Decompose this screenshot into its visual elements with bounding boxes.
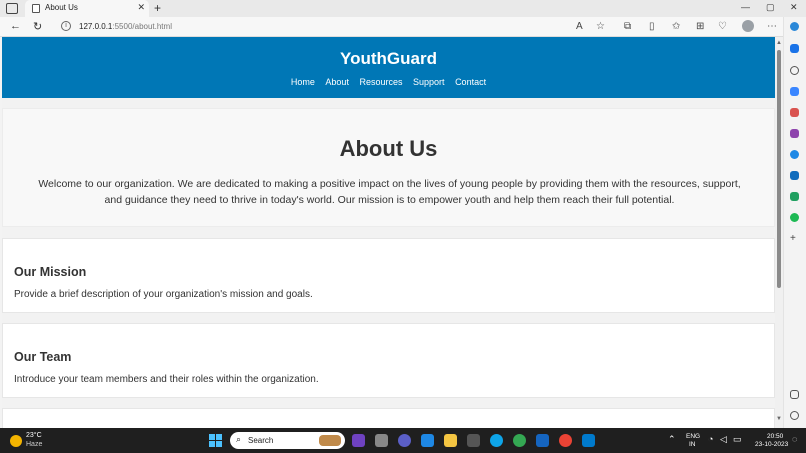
nav-link-about[interactable]: About: [325, 77, 349, 87]
window-close-button[interactable]: ✕: [790, 2, 798, 13]
page-scrollbar[interactable]: ▲ ▼: [775, 37, 783, 428]
weather-sun-icon: [10, 435, 22, 447]
wifi-icon[interactable]: ◔: [708, 434, 713, 444]
extensions-icon[interactable]: ⧉: [624, 21, 631, 32]
about-heading: About Us: [339, 136, 438, 161]
minimize-button[interactable]: —: [741, 2, 750, 12]
split-screen-icon[interactable]: ▯: [649, 21, 655, 32]
tab-title: About Us: [45, 3, 78, 12]
edge-sidebar: [783, 17, 806, 428]
search-icon[interactable]: [790, 66, 799, 75]
nav-link-support[interactable]: Support: [413, 77, 445, 87]
vscode-icon[interactable]: [582, 434, 595, 447]
tools-icon[interactable]: [790, 108, 799, 117]
back-arrow-icon[interactable]: ←: [10, 20, 21, 32]
tray-chevron-icon[interactable]: ⌃: [668, 434, 676, 445]
copilot-app-icon[interactable]: [352, 434, 365, 447]
copilot-icon[interactable]: [790, 22, 799, 31]
nav-link-resources[interactable]: Resources: [359, 77, 402, 87]
search-highlight-image: [319, 435, 341, 446]
todo-icon[interactable]: [536, 434, 549, 447]
start-button[interactable]: [209, 434, 222, 447]
taskbar-search[interactable]: ⌕ Search: [230, 432, 345, 449]
section-text: Provide a brief description of your orga…: [14, 289, 313, 300]
team-section: Our Team Introduce your team members and…: [2, 323, 775, 398]
scroll-up-icon[interactable]: ▲: [776, 40, 782, 46]
about-text: Welcome to our organization. We are dedi…: [38, 178, 741, 206]
address-bar-row: ← ↻ i 127.0.0.1:5500/about.html A ☆ ⧉ ▯ …: [0, 17, 806, 37]
tab-actions-icon[interactable]: [6, 3, 18, 14]
browser-tab-strip: About Us ✕ + — ▢ ✕: [0, 0, 806, 17]
more-menu-icon[interactable]: ⋯: [767, 21, 777, 32]
terminal-icon[interactable]: [421, 434, 434, 447]
search-label: Search: [248, 436, 274, 445]
add-sidebar-app-icon[interactable]: +: [790, 234, 799, 244]
new-tab-button[interactable]: +: [154, 1, 161, 15]
url-text: 127.0.0.1:5500/about.html: [79, 22, 172, 31]
mission-section: Our Mission Provide a brief description …: [2, 238, 775, 313]
task-view-icon[interactable]: [375, 434, 388, 447]
scroll-down-icon[interactable]: ▼: [776, 416, 782, 422]
volume-icon[interactable]: ◁: [720, 434, 727, 445]
chrome-icon[interactable]: [559, 434, 572, 447]
maximize-button[interactable]: ▢: [766, 2, 775, 13]
refresh-icon[interactable]: ↻: [33, 20, 42, 33]
weather-temp: 23°C: [26, 432, 42, 439]
nav-link-home[interactable]: Home: [291, 77, 315, 87]
hide-sidebar-icon[interactable]: [790, 390, 799, 399]
shopping-icon[interactable]: [790, 87, 799, 96]
site-nav: Home About Resources Support Contact: [2, 77, 775, 87]
collections-icon[interactable]: ⊞: [696, 21, 704, 32]
site-brand: YouthGuard: [340, 49, 437, 68]
url-field[interactable]: i 127.0.0.1:5500/about.html: [55, 19, 615, 35]
edge-browser-icon[interactable]: [490, 434, 503, 447]
next-section: [2, 408, 775, 428]
language-bottom[interactable]: IN: [689, 441, 696, 448]
teams-chat-icon[interactable]: [398, 434, 411, 447]
windows-taskbar: 23°C Haze ⌕ Search ⌃ ENG IN ◔ ◁ ▭ 20:50 …: [0, 428, 806, 453]
outlook-icon[interactable]: [790, 171, 799, 180]
profile-avatar[interactable]: [742, 20, 754, 32]
sidebar-settings-gear-icon[interactable]: [790, 411, 799, 420]
clock-date[interactable]: 23-10-2023: [755, 441, 788, 448]
site-info-icon[interactable]: i: [61, 21, 71, 31]
read-aloud-icon[interactable]: A: [576, 21, 583, 32]
favorite-star-icon[interactable]: ☆: [596, 21, 605, 32]
page-viewport: YouthGuard Home About Resources Support …: [2, 37, 775, 428]
tab-close-icon[interactable]: ✕: [137, 2, 145, 13]
section-heading: Our Team: [14, 350, 72, 364]
notification-bell-icon[interactable]: ◌: [792, 434, 797, 444]
store-icon[interactable]: [467, 434, 480, 447]
weather-desc: Haze: [26, 441, 43, 448]
microsoft-365-icon[interactable]: [790, 150, 799, 159]
language-top[interactable]: ENG: [686, 433, 700, 440]
scrollbar-thumb[interactable]: [777, 50, 781, 288]
games-icon[interactable]: [790, 129, 799, 138]
nav-link-contact[interactable]: Contact: [455, 77, 486, 87]
tab-about[interactable]: About Us ✕: [25, 0, 149, 17]
drop-icon[interactable]: [790, 192, 799, 201]
battery-icon[interactable]: ▭: [733, 434, 742, 445]
clock-time[interactable]: 20:50: [767, 433, 783, 440]
weather-widget[interactable]: 23°C Haze: [10, 432, 70, 450]
browser-essentials-icon[interactable]: ♡: [718, 21, 727, 32]
favorites-icon[interactable]: ✩: [672, 21, 680, 32]
site-header: YouthGuard Home About Resources Support …: [2, 37, 775, 98]
search-icon: ⌕: [236, 434, 242, 444]
file-explorer-icon[interactable]: [444, 434, 457, 447]
section-heading: Our Mission: [14, 265, 87, 279]
section-text: Introduce your team members and their ro…: [14, 374, 319, 385]
chrome-canary-icon[interactable]: [513, 434, 526, 447]
notifications-icon[interactable]: [790, 44, 799, 53]
spotify-icon[interactable]: [790, 213, 799, 222]
page-favicon-icon: [32, 4, 40, 13]
about-section: About Us Welcome to our organization. We…: [2, 108, 775, 227]
